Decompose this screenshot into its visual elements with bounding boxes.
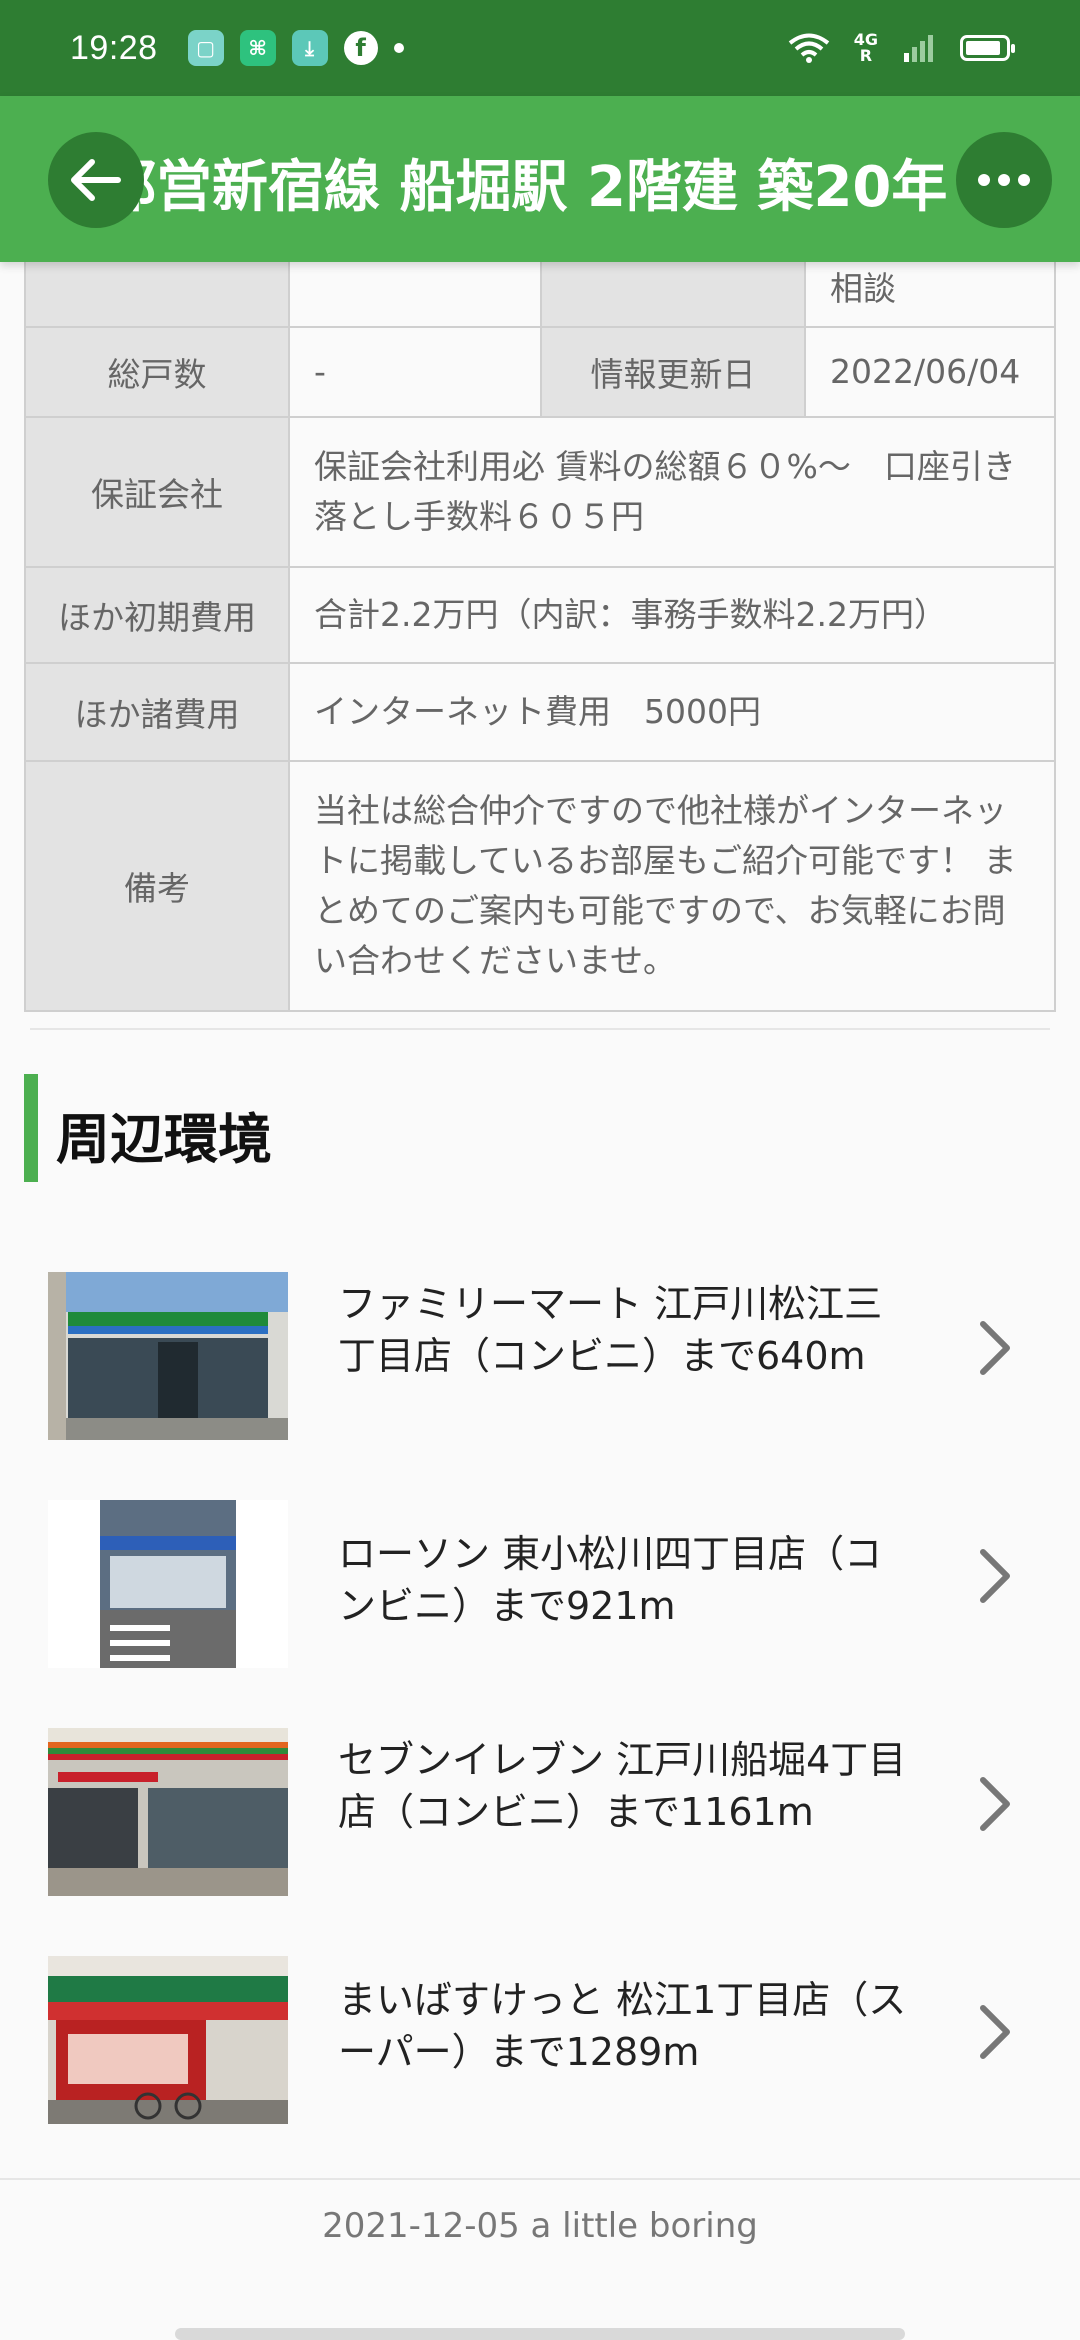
section-accent-bar [24,1074,38,1182]
page-title: 都営新宿線 船堀駅 2階建 築20年 [100,155,948,220]
table-value: - [288,326,542,418]
store-photo [48,1728,288,1896]
list-item[interactable]: セブンイレブン 江戸川船堀4丁目店（コンビニ）まで1161m [0,1704,1080,1904]
store-photo [48,1500,288,1668]
table-key: 総戸数 [24,326,290,418]
status-time: 19:28 [70,28,158,67]
battery-icon [960,35,1015,61]
list-item-label: まいばすけっと 松江1丁目店（スーパー）まで1289m [338,1978,907,2074]
table-row: 備考 当社は総合仲介ですので他社様がインターネットに掲載しているお部屋もご紹介可… [24,760,1056,1012]
more-horizontal-icon [978,174,1030,186]
chevron-right-icon [980,1549,1010,1603]
table-row: 総戸数 - 情報更新日 2022/06/04 [24,326,1056,418]
table-key: 情報更新日 [540,326,806,418]
app-icon: ▢ [187,30,224,66]
table-row: ほか諸費用 インターネット費用 5000円 [24,662,1056,762]
status-indicators: 4G R [788,30,1015,65]
app-icon: ⌘ [239,30,276,66]
download-icon: ⤓ [291,30,328,66]
list-item-label: セブンイレブン 江戸川船堀4丁目店（コンビニ）まで1161m [338,1738,907,1834]
list-item[interactable]: ファミリーマート 江戸川松江三丁目店（コンビニ）まで640m [0,1248,1080,1448]
status-bar: 19:28 ▢ ⌘ ⤓ f 4G R [0,0,1080,96]
section-title: 周辺環境 [56,1108,272,1171]
app-bar: 都営新宿線 船堀駅 2階建 築20年 [0,96,1080,262]
table-key: 備考 [24,760,290,1012]
back-button[interactable] [48,132,144,228]
footer-divider [0,2178,1080,2180]
table-value: 当社は総合仲介ですので他社様がインターネットに掲載しているお部屋もご紹介可能です… [288,760,1056,1012]
more-button[interactable] [956,132,1052,228]
table-key: ほか初期費用 [24,566,290,664]
table-row: 保証会社 保証会社利用必 賃料の総額６０%～ 口座引き落とし手数料６０５円 [24,416,1056,568]
store-photo [48,1956,288,2124]
table-value: インターネット費用 5000円 [288,662,1056,762]
more-notifications-dot [393,43,404,53]
table-key: 保証会社 [24,416,290,568]
chevron-right-icon [980,2005,1010,2059]
footer-text: 2021-12-05 a little boring [322,2206,758,2246]
table-key: ほか諸費用 [24,662,290,762]
table-value: 合計2.2万円（内訳：事務手数料2.2万円） [288,566,1056,664]
facebook-icon: f [343,31,378,65]
signal-icon [904,35,933,62]
property-spec-table: 相談 総戸数 - 情報更新日 2022/06/04 保証会社 保証会社利用必 賃… [24,236,1056,1012]
chevron-right-icon [980,1321,1010,1375]
list-item-label: ローソン 東小松川四丁目店（コンビニ）まで921m [338,1532,883,1628]
chevron-right-icon [980,1777,1010,1831]
network-type: 4G R [853,30,878,65]
notification-icons: ▢ ⌘ ⤓ f [187,30,404,66]
table-value: 保証会社利用必 賃料の総額６０%～ 口座引き落とし手数料６０５円 [288,416,1056,568]
table-row: ほか初期費用 合計2.2万円（内訳：事務手数料2.2万円） [24,566,1056,664]
divider [30,1028,1050,1030]
list-item[interactable]: まいばすけっと 松江1丁目店（スーパー）まで1289m [0,1932,1080,2132]
table-value: 2022/06/04 [804,326,1056,418]
list-item-label: ファミリーマート 江戸川松江三丁目店（コンビニ）まで640m [338,1282,883,1378]
list-item[interactable]: ローソン 東小松川四丁目店（コンビニ）まで921m [0,1476,1080,1676]
arrow-left-icon [71,159,121,201]
store-photo [48,1272,288,1440]
home-indicator[interactable] [175,2328,905,2340]
wifi-icon [788,33,829,63]
